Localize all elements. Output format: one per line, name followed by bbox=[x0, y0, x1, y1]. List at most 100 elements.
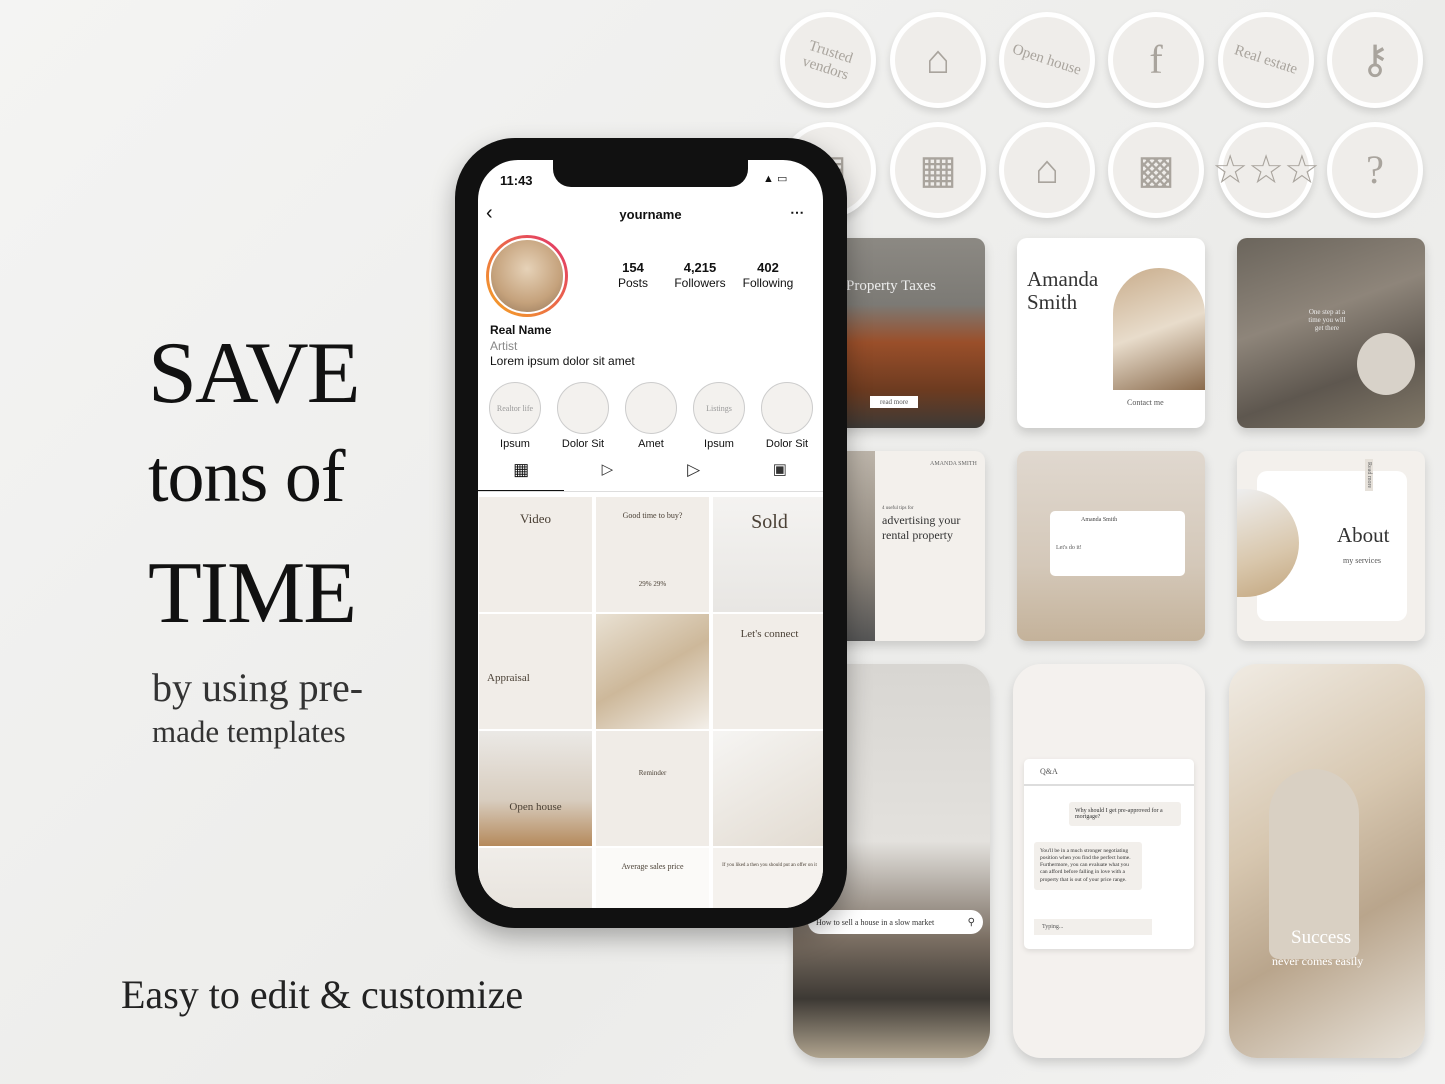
facebook-icon: f bbox=[1149, 37, 1163, 82]
house-search-icon: ⌂ bbox=[1034, 147, 1059, 192]
chat-question-icon: ? bbox=[1366, 147, 1384, 192]
story-highlight[interactable]: Dolor Sit bbox=[556, 382, 610, 450]
stat-posts[interactable]: 154 Posts bbox=[608, 260, 658, 291]
qa-question: Why should I get pre-approved for a mort… bbox=[1069, 802, 1181, 826]
headline-time: TIME bbox=[148, 545, 357, 642]
post-title: About bbox=[1337, 523, 1390, 547]
phone-notch bbox=[553, 160, 748, 187]
stat-value: 4,215 bbox=[683, 260, 717, 275]
profile-name: Real Name bbox=[490, 323, 552, 337]
story-qa: Q&A Why should I get pre-approved for a … bbox=[1013, 664, 1205, 1058]
story-subtitle: never comes easily bbox=[1272, 954, 1364, 968]
stat-value: 402 bbox=[757, 260, 779, 275]
post-subtitle: my services bbox=[1343, 556, 1381, 565]
stat-following[interactable]: 402 Following bbox=[736, 260, 800, 291]
post-title: advertising your rental property bbox=[882, 513, 961, 542]
grid-post-title: Reminder bbox=[638, 769, 667, 777]
highlight-label: Dolor Sit bbox=[765, 438, 809, 450]
qa-card: Q&A Why should I get pre-approved for a … bbox=[1024, 759, 1194, 949]
profile-bio: Lorem ipsum dolor sit amet bbox=[490, 354, 635, 368]
headline-made-templates: made templates bbox=[152, 714, 346, 749]
tab-grid[interactable]: ▦ bbox=[478, 460, 565, 491]
phone-mockup: 11:43 ▲ ▭ ‹ yourname ⋯ 154 Posts 4,215 Fol… bbox=[455, 138, 847, 928]
grid-post[interactable]: Sold bbox=[713, 497, 823, 612]
grid-post[interactable]: Let's connect bbox=[713, 614, 823, 729]
highlight-cover: ▦ bbox=[890, 122, 986, 218]
highlight-cover-text: Open house bbox=[1010, 41, 1084, 79]
post-kicker: 4 useful tips for bbox=[882, 506, 914, 511]
grid-post-title: Video bbox=[520, 511, 551, 526]
qa-input: Typing... bbox=[1034, 919, 1152, 935]
grid-post[interactable]: Reminder bbox=[596, 731, 709, 846]
tab-reels[interactable]: ▷ bbox=[564, 460, 650, 491]
post-title: Amanda Smith bbox=[1027, 267, 1099, 315]
agent-photo bbox=[1113, 268, 1205, 390]
post-about: About my services Read more bbox=[1237, 451, 1425, 641]
social-card: Amanda Smith Let's do it! bbox=[1050, 511, 1185, 576]
building-icon: ▦ bbox=[919, 147, 957, 192]
highlight-label: Ipsum bbox=[500, 438, 530, 450]
grid-post[interactable]: If you liked a then you should put an of… bbox=[713, 848, 823, 908]
grid-post-title: If you liked a then you should put an of… bbox=[722, 863, 817, 868]
profile-category: Artist bbox=[490, 339, 518, 353]
story-highlight[interactable]: Realtor life Ipsum bbox=[488, 382, 542, 450]
post-social-card: Amanda Smith Let's do it! bbox=[1017, 451, 1205, 641]
story-title: Success bbox=[1291, 927, 1352, 948]
grid-post-title: Sold bbox=[751, 511, 788, 533]
grid-post[interactable]: Video bbox=[479, 497, 592, 612]
read-more-button: read more bbox=[870, 396, 919, 408]
grid-post[interactable]: Average sales price bbox=[596, 848, 709, 908]
highlight-cover: ▩ bbox=[1108, 122, 1204, 218]
post-one-step: One step at a time you will get there bbox=[1237, 238, 1425, 428]
grid-post-title: Appraisal bbox=[487, 672, 530, 684]
profile-username: yourname bbox=[619, 207, 682, 222]
tab-videos[interactable]: ▷ bbox=[651, 460, 737, 491]
highlight-cover: Real estate bbox=[1218, 12, 1314, 108]
grid-post-title: Average sales price bbox=[621, 862, 684, 871]
stat-followers[interactable]: 4,215 Followers bbox=[668, 260, 732, 291]
story-highlight[interactable]: Listings Ipsum bbox=[692, 382, 746, 450]
percent-b: 29% bbox=[653, 580, 667, 588]
search-icon: ⚲ bbox=[967, 916, 975, 928]
stat-label: Posts bbox=[617, 276, 648, 291]
grid-post[interactable]: Good time to buy? 29% 29% bbox=[596, 497, 709, 612]
status-time: 11:43 bbox=[500, 173, 533, 188]
highlight-cover: Open house bbox=[999, 12, 1095, 108]
story-highlight[interactable]: Dolor Sit bbox=[760, 382, 814, 450]
highlight-label: Ipsum bbox=[704, 438, 734, 450]
grid-post[interactable] bbox=[713, 731, 823, 846]
post-quote: One step at a time you will get there bbox=[1308, 308, 1346, 332]
avatar[interactable] bbox=[486, 235, 568, 317]
profile-tabs: ▦ ▷ ▷ ▣ bbox=[478, 460, 823, 492]
headline-by-using: by using pre- bbox=[152, 665, 364, 710]
grid-post-title: Let's connect bbox=[740, 628, 799, 640]
grid-post-title: Good time to buy? bbox=[622, 511, 683, 520]
highlight-cover: ⌂ bbox=[999, 122, 1095, 218]
headline-tons-of: tons of bbox=[148, 436, 345, 518]
contact-me: Contact me bbox=[1127, 398, 1164, 407]
card-name: Amanda Smith bbox=[1081, 517, 1118, 523]
highlight-cover: ? bbox=[1327, 122, 1423, 218]
key-house-icon: ⚷ bbox=[1360, 37, 1390, 82]
stat-label: Following bbox=[742, 276, 794, 291]
grid-post[interactable]: Appraisal bbox=[479, 614, 592, 729]
story-highlight[interactable]: Amet bbox=[624, 382, 678, 450]
tab-tagged[interactable]: ▣ bbox=[737, 460, 823, 491]
post-amanda-smith: Amanda Smith Contact me bbox=[1017, 238, 1205, 428]
highlight-label: Dolor Sit bbox=[561, 438, 605, 450]
post-brand: AMANDA SMITH bbox=[930, 461, 977, 467]
status-icons: ▲ ▭ bbox=[763, 173, 788, 185]
instagram-profile-screen: 11:43 ▲ ▭ ‹ yourname ⋯ 154 Posts 4,215 Fol… bbox=[478, 160, 823, 908]
grid-post[interactable] bbox=[596, 614, 709, 729]
highlight-cover-text: Trusted vendors bbox=[800, 37, 855, 83]
highlight-cover: Realtor life bbox=[489, 382, 541, 434]
headline-save: SAVE bbox=[148, 325, 360, 422]
tagline: Easy to edit & customize bbox=[121, 972, 524, 1017]
grid-post[interactable]: Open house bbox=[479, 731, 592, 846]
card-cta: Let's do it! bbox=[1056, 545, 1082, 551]
more-options-icon[interactable]: ⋯ bbox=[790, 204, 804, 221]
grid-post-title: Open house bbox=[509, 801, 562, 813]
highlight-cover: ⚷ bbox=[1327, 12, 1423, 108]
grid-post[interactable] bbox=[479, 848, 592, 908]
highlight-cover: ⌂ bbox=[890, 12, 986, 108]
